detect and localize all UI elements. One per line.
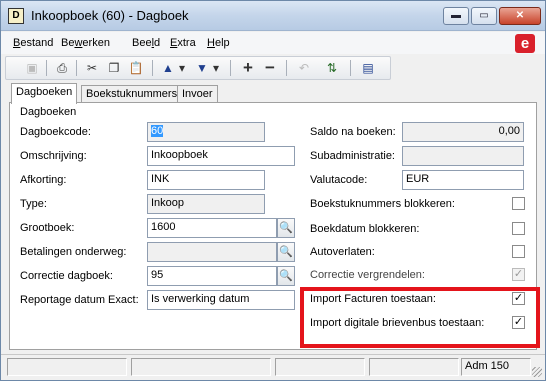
grootboek-search-icon[interactable]: 🔍 (277, 218, 295, 238)
undo-icon[interactable]: ↶ (294, 59, 314, 77)
betalingen-label: Betalingen onderweg: (20, 246, 127, 258)
toolbar-separator (76, 60, 77, 76)
status-bar: Adm 150 (1, 354, 545, 380)
afkorting-field[interactable]: INK (147, 170, 265, 190)
autoverlaten-label: Autoverlaten: (310, 246, 375, 258)
reportage-label: Reportage datum Exact: (20, 294, 139, 306)
subadmin-label: Subadministratie: (310, 150, 395, 162)
valuta-field[interactable]: EUR (402, 170, 524, 190)
chevron-down-icon[interactable]: ▾ (176, 59, 188, 77)
cut-icon[interactable]: ✂ (82, 59, 102, 77)
correctie-vergrendelen-label: Correctie vergrendelen: (310, 269, 425, 281)
arrow-down-icon[interactable]: ▼ (192, 59, 212, 77)
correctie-vergrendelen-checkbox: ✓ (512, 268, 525, 281)
status-cell (275, 358, 365, 376)
minimize-button[interactable]: ▬ (443, 7, 469, 25)
correctie-field[interactable]: 95 (147, 266, 277, 286)
betalingen-field (147, 242, 277, 262)
save-icon[interactable]: ▣ (22, 59, 42, 77)
status-cell (7, 358, 127, 376)
close-button[interactable]: ✕ (499, 7, 541, 25)
grootboek-label: Grootboek: (20, 222, 75, 234)
print-icon[interactable]: ⎙ (52, 59, 72, 77)
maximize-button[interactable]: ▭ (471, 7, 497, 25)
exact-logo-icon: e (515, 34, 535, 53)
autoverlaten-checkbox[interactable] (512, 245, 525, 258)
highlight-box (300, 287, 540, 348)
app-window: D Inkoopboek (60) - Dagboek ▬ ▭ ✕ Bestan… (0, 0, 546, 381)
bsn-blokkeren-checkbox[interactable] (512, 197, 525, 210)
toolbar-separator (46, 60, 47, 76)
correctie-label: Correctie dagboek: (20, 270, 113, 282)
app-icon: D (8, 8, 24, 24)
betalingen-search-icon[interactable]: 🔍 (277, 242, 295, 262)
tab-boekstuknummers[interactable]: Boekstuknummers (81, 85, 183, 103)
paste-icon[interactable]: 📋 (126, 59, 146, 77)
refresh-icon[interactable]: ⇅ (322, 59, 342, 77)
remove-icon[interactable]: − (260, 59, 280, 77)
tab-panel-dagboeken: Dagboeken Dagboekcode: 60 Omschrijving: … (9, 102, 540, 350)
correctie-search-icon[interactable]: 🔍 (277, 266, 295, 286)
valuta-label: Valutacode: (310, 174, 368, 186)
bsn-blokkeren-label: Boekstuknummers blokkeren: (310, 198, 455, 210)
window-title: Inkoopboek (60) - Dagboek (31, 8, 189, 23)
type-field: Inkoop (147, 194, 265, 214)
chevron-down-icon[interactable]: ▾ (210, 59, 222, 77)
toolbar-separator (350, 60, 351, 76)
grootboek-field[interactable]: 1600 (147, 218, 277, 238)
bdat-blokkeren-checkbox[interactable] (512, 222, 525, 235)
status-cell (369, 358, 459, 376)
menu-bewerken[interactable]: Bewerken (61, 37, 110, 49)
afkorting-label: Afkorting: (20, 174, 67, 186)
dagboekcode-label: Dagboekcode: (20, 126, 91, 138)
group-label: Dagboeken (20, 106, 77, 118)
bdat-blokkeren-label: Boekdatum blokkeren: (310, 223, 420, 235)
status-user: Adm 150 (465, 360, 510, 372)
menu-extra[interactable]: Extra (170, 37, 196, 49)
resize-grip-icon[interactable] (532, 367, 542, 377)
dagboekcode-field[interactable]: 60 (147, 122, 265, 142)
menu-bestand[interactable]: Bestand (13, 37, 53, 49)
toolbar-separator (230, 60, 231, 76)
add-icon[interactable]: + (238, 59, 258, 77)
title-bar: D Inkoopboek (60) - Dagboek ▬ ▭ ✕ (1, 1, 545, 31)
status-cell (131, 358, 271, 376)
layout-icon[interactable]: ▤ (358, 59, 378, 77)
tab-dagboeken[interactable]: Dagboeken (11, 83, 78, 104)
omschrijving-field[interactable]: Inkoopboek (147, 146, 295, 166)
toolbar: ▣ ⎙ ✂ ❐ 📋 ▲ ▾ ▼ ▾ + − ↶ ⇅ ▤ (5, 56, 391, 80)
toolbar-separator (152, 60, 153, 76)
menu-help[interactable]: Help (207, 37, 230, 49)
tab-invoer[interactable]: Invoer (177, 85, 218, 103)
toolbar-separator (286, 60, 287, 76)
omschrijving-label: Omschrijving: (20, 150, 87, 162)
type-label: Type: (20, 198, 47, 210)
menu-bar: Bestand Bewerken Beeld Extra Help (1, 32, 545, 54)
saldo-label: Saldo na boeken: (310, 126, 396, 138)
arrow-up-icon[interactable]: ▲ (158, 59, 178, 77)
copy-icon[interactable]: ❐ (104, 59, 124, 77)
menu-beeld[interactable]: Beeld (132, 37, 160, 49)
saldo-field: 0,00 (402, 122, 524, 142)
reportage-field[interactable]: Is verwerking datum (147, 290, 295, 310)
subadmin-field (402, 146, 524, 166)
